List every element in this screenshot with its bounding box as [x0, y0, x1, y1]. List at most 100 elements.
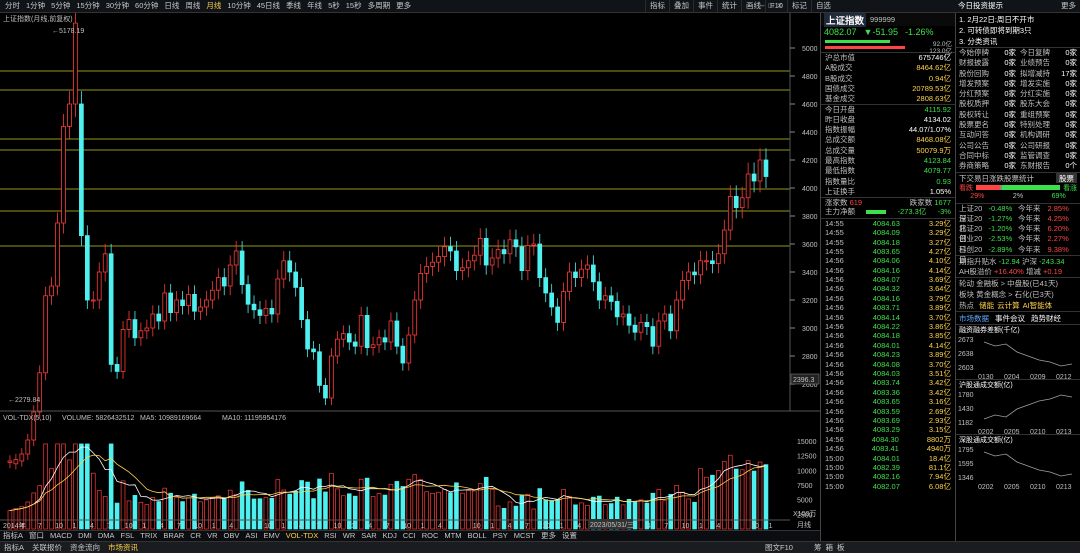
period-tab-6[interactable]: 日线 [161, 0, 182, 12]
tool-tab-0[interactable]: 指标 [645, 0, 669, 12]
indicator-tab-16[interactable]: SAR [358, 531, 379, 541]
indicator-tab-22[interactable]: PSY [490, 531, 511, 541]
side-label-2[interactable]: 板 [835, 542, 847, 553]
period-tab-8[interactable]: 月线 [203, 0, 224, 12]
tip-1[interactable]: 2. 可转债即将到期3只 [956, 25, 1080, 36]
indicator-tab-18[interactable]: CCI [400, 531, 419, 541]
tool-tab-1[interactable]: 叠加 [669, 0, 693, 12]
period-tab-14[interactable]: 15秒 [343, 0, 365, 12]
candle-84 [507, 239, 513, 255]
indicator-tab-6[interactable]: TRIX [137, 531, 160, 541]
status-item-1[interactable]: 关联报价 [28, 542, 66, 553]
perf-label: 今年来 [1018, 203, 1041, 213]
period-tab-11[interactable]: 季线 [283, 0, 304, 12]
indicator-tab-4[interactable]: DMA [95, 531, 118, 541]
indicator-tab-24[interactable]: 更多 [538, 531, 559, 541]
kline-chart[interactable]: 5000 4800 4600 4400 4200 4000 3800 3600 3400 3200… [0, 13, 820, 530]
period-tab-16[interactable]: 更多 [393, 0, 414, 12]
limit-button[interactable]: 股票 [1056, 172, 1077, 183]
f10-link[interactable]: 图文F10 [765, 542, 793, 553]
time-tick-23: 10 [403, 523, 411, 530]
period-tab-13[interactable]: 5秒 [325, 0, 343, 12]
period-tab-9[interactable]: 10分钟 [224, 0, 253, 12]
period-tab-4[interactable]: 30分钟 [103, 0, 132, 12]
perf-value: -2.53% [988, 234, 1013, 244]
period-tab-1[interactable]: 1分钟 [23, 0, 48, 12]
indicator-tab-10[interactable]: OBV [221, 531, 243, 541]
tick-volume: 18.4亿 [928, 453, 951, 463]
indicator-tab-3[interactable]: DMI [75, 531, 95, 541]
tick-price: 4084.08 [872, 359, 900, 369]
indicator-tab-14[interactable]: RSI [321, 531, 340, 541]
tool-tab-3[interactable]: 统计 [717, 0, 741, 12]
maximize-icon[interactable]: □ [768, 0, 773, 12]
indicator-tab-23[interactable]: MCST [511, 531, 538, 541]
status-item-2[interactable]: 资金流向 [66, 542, 104, 553]
fall-label: 看涨 [1063, 184, 1077, 192]
time-tick-5: 4 [90, 523, 94, 530]
period-tab-10[interactable]: 45日线 [254, 0, 283, 12]
period-tab-2[interactable]: 5分钟 [48, 0, 73, 12]
right-title-bar: 今日投资提示 更多 [955, 0, 1080, 12]
indicator-tab-21[interactable]: BOLL [465, 531, 490, 541]
tick-volume: 6.08亿 [928, 481, 951, 491]
stat-value: 0家 [1065, 150, 1077, 160]
tip-2[interactable]: 3. 分类资讯 [956, 36, 1080, 47]
indicator-tab-15[interactable]: WR [340, 531, 359, 541]
news-tab-2[interactable]: 趋势财经 [1031, 312, 1061, 324]
stat-value: 0家 [1065, 78, 1077, 88]
candle-32 [198, 306, 203, 312]
side-label-1[interactable]: 箱 [824, 542, 836, 553]
indicator-tab-8[interactable]: CR [187, 531, 204, 541]
status-item-0[interactable]: 指标A [0, 542, 28, 553]
quote-row-2: B股成交 0.94亿 [821, 74, 955, 84]
period-tab-5[interactable]: 60分钟 [132, 0, 161, 12]
period-tab-15[interactable]: 多周期 [365, 0, 394, 12]
tip-0[interactable]: 1. 2月22日:周日不开市 [956, 14, 1080, 25]
news-tab-1[interactable]: 事件会议 [995, 312, 1025, 324]
hot-item-1[interactable]: 云计算 [997, 301, 1020, 310]
tool-tab-2[interactable]: 事件 [693, 0, 717, 12]
indicator-tab-13[interactable]: VOL-TDX [283, 531, 322, 541]
indicator-tab-25[interactable]: 设置 [559, 531, 580, 541]
volume-bar-41 [251, 498, 257, 530]
indicator-tab-11[interactable]: ASI [242, 531, 260, 541]
period-tab-3[interactable]: 15分钟 [73, 0, 102, 12]
indicator-tab-2[interactable]: MACD [47, 531, 75, 541]
tick-volume: 3.89亿 [928, 303, 951, 313]
side-label-0[interactable]: 筹 [812, 542, 824, 553]
perf-row-4: 科创20日 -2.89% 今年来 9.38% [956, 245, 1080, 264]
period-tab-12[interactable]: 年线 [304, 0, 325, 12]
tool-tab-6[interactable]: 标记 [786, 0, 811, 12]
candle-37 [227, 264, 233, 287]
more-link[interactable]: 更多 [1061, 0, 1076, 12]
indicator-tab-0[interactable]: 指标A [0, 531, 26, 541]
indicator-tab-5[interactable]: FSL [118, 531, 138, 541]
hot-item-2[interactable]: AI智能体 [1023, 301, 1053, 310]
indicator-tab-19[interactable]: ROC [419, 531, 442, 541]
down-count: 1677 [934, 198, 951, 208]
indicator-tab-9[interactable]: VR [204, 531, 220, 541]
indicator-tab-1[interactable]: 窗口 [26, 531, 47, 541]
volume-bar-56 [341, 495, 346, 530]
minimize-icon[interactable]: – [760, 0, 764, 12]
period-tab-7[interactable]: 周线 [182, 0, 203, 12]
hot-item-0[interactable]: 储能 [979, 301, 994, 310]
ah-label: AH股溢价 [959, 267, 992, 277]
candle-11 [73, 22, 78, 105]
close-icon[interactable]: × [777, 0, 782, 12]
stat-row-6: 股权转让 0家 重组预案 0家 [956, 110, 1080, 120]
news-tab-0[interactable]: 市场数据 [959, 312, 989, 324]
tick-time: 14:56 [825, 434, 844, 444]
indicator-tab-20[interactable]: MTM [441, 531, 464, 541]
quote-row-value: 4079.77 [923, 166, 951, 176]
period-tab-0[interactable]: 分时 [2, 0, 23, 12]
candle-47 [287, 260, 293, 273]
stat-label: 券商策略 [959, 161, 989, 171]
indicator-tab-12[interactable]: EMV [260, 531, 282, 541]
indicator-tab-17[interactable]: KDJ [380, 531, 400, 541]
indicator-tab-7[interactable]: BRAR [160, 531, 187, 541]
tool-tab-7[interactable]: 自选 [810, 0, 835, 12]
candle-113 [680, 279, 685, 301]
status-item-3[interactable]: 市场资讯 [104, 542, 142, 553]
